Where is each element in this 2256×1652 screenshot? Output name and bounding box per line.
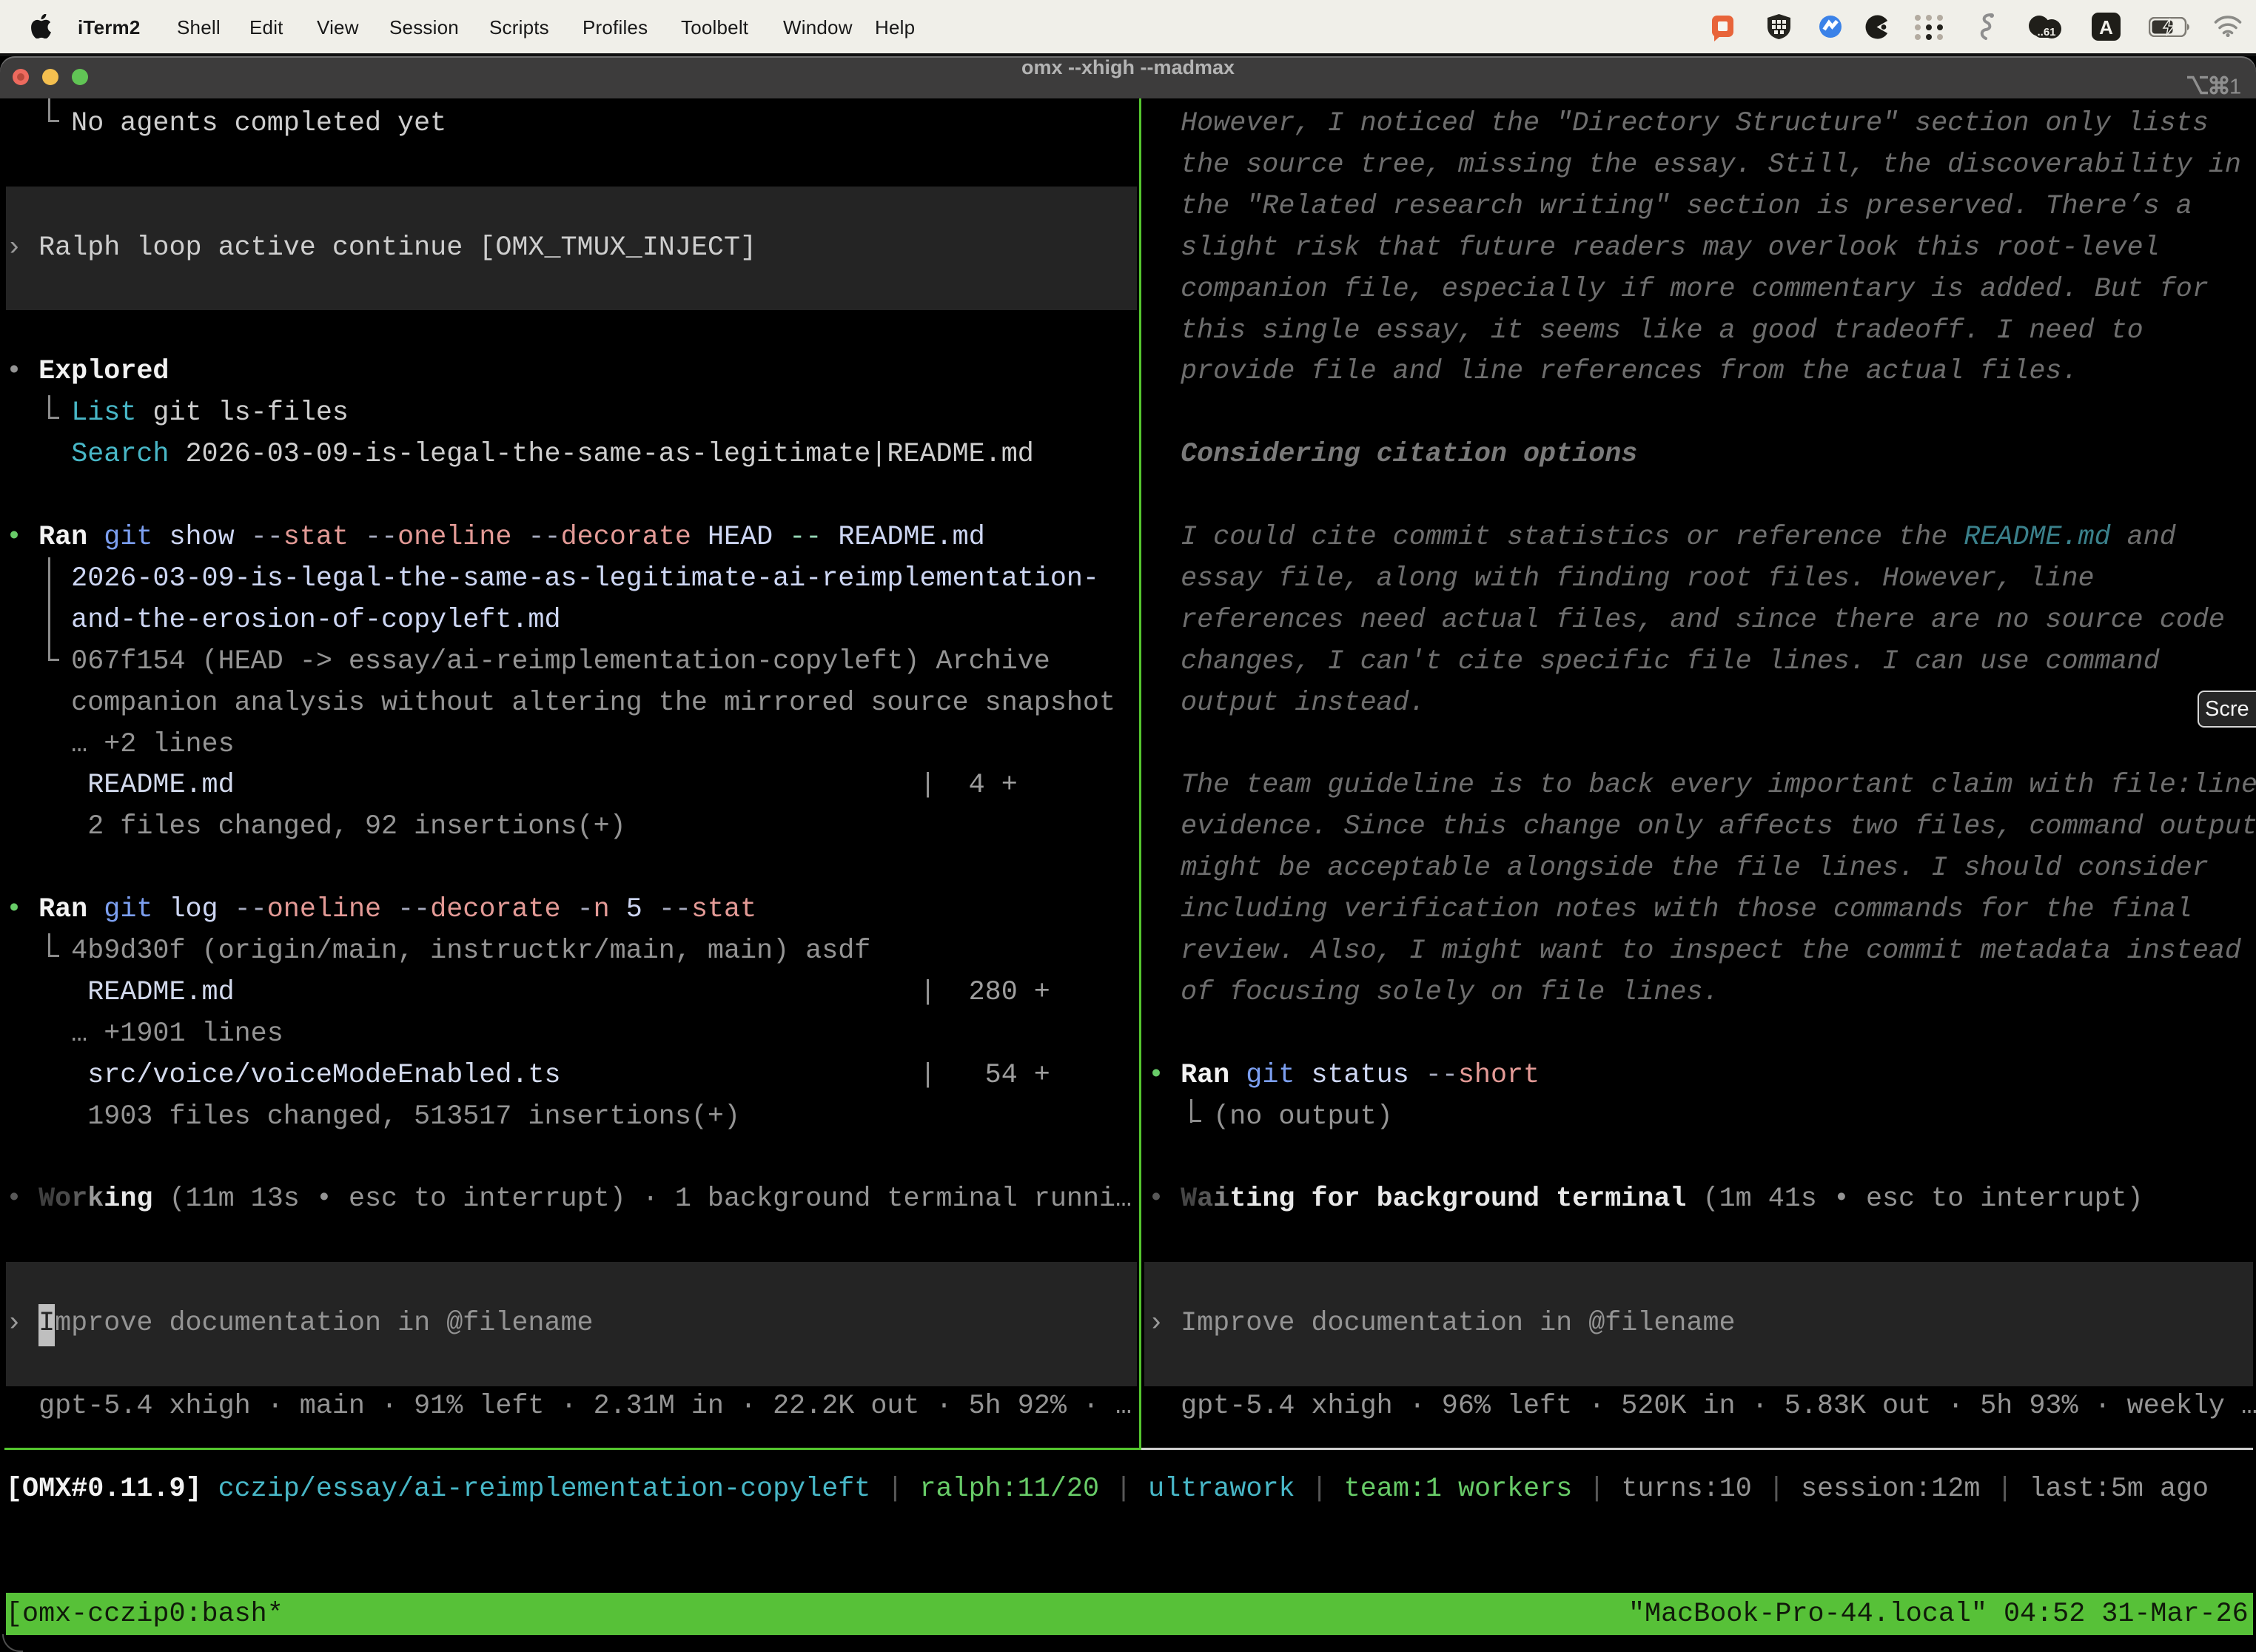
svg-text:1: 1 [2229,75,2241,99]
svg-text:..61: ..61 [2037,26,2055,38]
